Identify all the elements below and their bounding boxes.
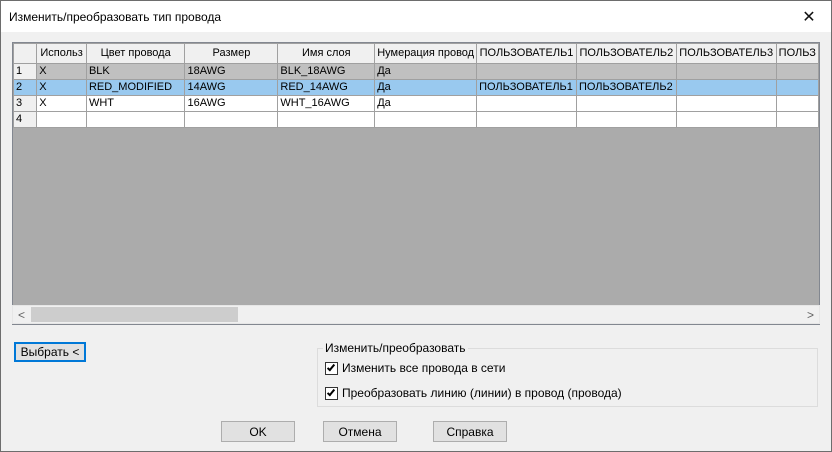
column-header-use[interactable]: Использ [36, 43, 87, 64]
grid-cell[interactable]: BLK [85, 63, 186, 80]
table-row[interactable]: 4 [13, 111, 819, 128]
window-title: Изменить/преобразовать тип провода [9, 10, 222, 24]
grid-cell[interactable]: 16AWG [184, 95, 279, 112]
grid-corner [13, 43, 38, 64]
convert-lines-checkbox[interactable] [325, 386, 338, 400]
grid-cell[interactable]: RED_MODIFIED [85, 79, 186, 96]
grid-cell[interactable] [675, 111, 777, 128]
grid-cell[interactable] [575, 111, 677, 128]
scroll-left-icon[interactable]: < [13, 306, 30, 323]
grid-cell[interactable]: Да [374, 79, 478, 96]
close-icon[interactable]: ✕ [787, 1, 831, 32]
grid-cell[interactable] [775, 63, 819, 80]
ok-button[interactable]: OK [221, 421, 295, 442]
grid-cell[interactable]: ПОЛЬЗОВАТЕЛЬ2 [575, 79, 677, 96]
grid-cell[interactable] [36, 111, 87, 128]
change-all-wires-option[interactable]: Изменить все провода в сети [325, 361, 505, 375]
grid-cell[interactable]: BLK_18AWG [277, 63, 376, 80]
grid-cell[interactable] [675, 63, 777, 80]
row-header[interactable]: 1 [13, 63, 38, 80]
grid-cell[interactable] [476, 111, 577, 128]
grid-cell[interactable] [575, 95, 677, 112]
grid-cell[interactable]: Да [374, 63, 478, 80]
checkmark-icon [326, 387, 336, 396]
grid-cell[interactable]: RED_14AWG [277, 79, 376, 96]
grid-cell[interactable]: WHT_16AWG [277, 95, 376, 112]
row-header[interactable]: 2 [13, 79, 38, 96]
column-header-layer-name[interactable]: Имя слоя [277, 43, 376, 64]
horizontal-scrollbar[interactable]: < > [12, 305, 820, 324]
grid-cell[interactable]: X [36, 95, 87, 112]
column-header-user3[interactable]: ПОЛЬЗОВАТЕЛЬ3 [675, 43, 777, 64]
grid-cell[interactable]: 18AWG [184, 63, 279, 80]
table-row[interactable]: 2 X RED_MODIFIED 14AWG RED_14AWG Да ПОЛЬЗОВАТЕ… [13, 79, 819, 96]
help-button[interactable]: Справка [433, 421, 507, 442]
select-button[interactable]: Выбрать < [14, 342, 86, 362]
grid-cell[interactable] [184, 111, 279, 128]
grid-cell[interactable] [675, 95, 777, 112]
grid-cell[interactable] [675, 79, 777, 96]
grid-cell[interactable] [476, 63, 577, 80]
cancel-button[interactable]: Отмена [323, 421, 397, 442]
table-row[interactable]: 3 X WHT 16AWG WHT_16AWG Да [13, 95, 819, 112]
column-header-size[interactable]: Размер [184, 43, 279, 64]
grid-cell[interactable] [85, 111, 186, 128]
grid-cell[interactable]: WHT [85, 95, 186, 112]
column-header-wire-numbering[interactable]: Нумерация провод [374, 43, 478, 64]
grid-cell[interactable] [374, 111, 478, 128]
grid-cell[interactable] [775, 111, 819, 128]
grid-cell[interactable]: ПОЛЬЗОВАТЕЛЬ1 [476, 79, 577, 96]
table-row[interactable]: 1 X BLK 18AWG BLK_18AWG Да [13, 63, 819, 80]
grid-cell[interactable]: Да [374, 95, 478, 112]
grid-cell[interactable] [775, 95, 819, 112]
grid-cell[interactable]: 14AWG [184, 79, 279, 96]
row-header[interactable]: 3 [13, 95, 38, 112]
scrollbar-thumb[interactable] [31, 307, 238, 322]
title-bar: Изменить/преобразовать тип провода ✕ [1, 1, 831, 32]
column-header-wire-color[interactable]: Цвет провода [85, 43, 186, 64]
wire-type-grid: Использ Цвет провода Размер Имя слоя Нум… [12, 42, 820, 325]
column-header-user2[interactable]: ПОЛЬЗОВАТЕЛЬ2 [575, 43, 677, 64]
grid-cell[interactable] [575, 63, 677, 80]
change-all-wires-label: Изменить все провода в сети [342, 361, 506, 375]
column-header-user4[interactable]: ПОЛЬЗ [775, 43, 819, 64]
group-legend: Изменить/преобразовать [323, 341, 468, 355]
grid-cell[interactable]: X [36, 79, 87, 96]
checkmark-icon [326, 362, 336, 371]
convert-lines-option[interactable]: Преобразовать линию (линии) в провод (пр… [325, 386, 622, 400]
grid-table: Использ Цвет провода Размер Имя слоя Нум… [13, 43, 819, 128]
dialog-window: Изменить/преобразовать тип провода ✕ Исп… [0, 0, 832, 452]
scroll-right-icon[interactable]: > [802, 306, 819, 323]
convert-lines-label: Преобразовать линию (линии) в провод (пр… [342, 386, 622, 400]
row-header[interactable]: 4 [13, 111, 38, 128]
grid-cell[interactable] [476, 95, 577, 112]
grid-header-row: Использ Цвет провода Размер Имя слоя Нум… [13, 43, 819, 64]
grid-cell[interactable]: X [36, 63, 87, 80]
grid-cell[interactable] [775, 79, 819, 96]
column-header-user1[interactable]: ПОЛЬЗОВАТЕЛЬ1 [476, 43, 577, 64]
change-all-wires-checkbox[interactable] [325, 361, 338, 375]
grid-cell[interactable] [277, 111, 376, 128]
